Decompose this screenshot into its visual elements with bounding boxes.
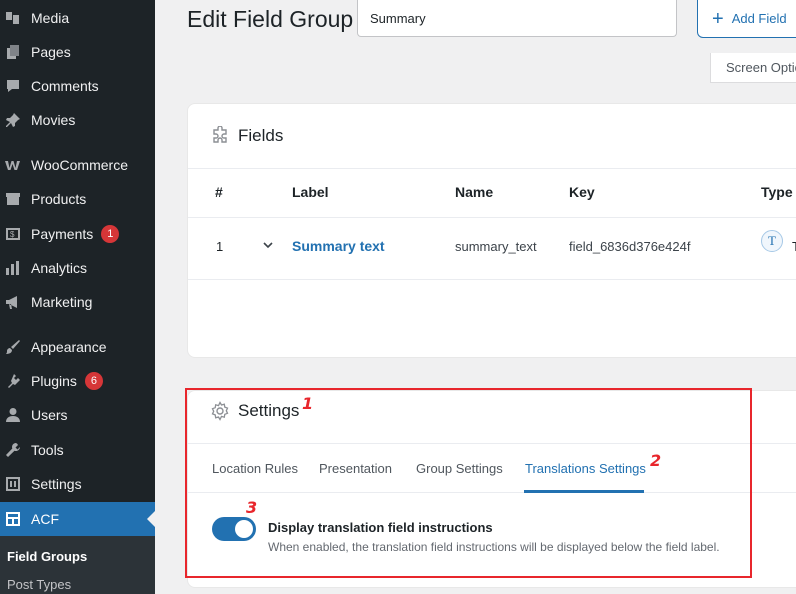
- sidebar-item-pages[interactable]: Pages: [0, 35, 155, 69]
- settings-panel: Settings Location Rules Presentation Gro…: [187, 390, 796, 588]
- puzzle-icon: [213, 126, 227, 143]
- sidebar-item-label: Plugins: [31, 373, 77, 389]
- plugin-icon: [5, 373, 21, 389]
- fields-panel-header: Fields: [210, 126, 283, 146]
- sidebar-item-label: WooCommerce: [31, 157, 128, 173]
- sidebar-item-label: Users: [31, 407, 68, 423]
- sidebar-item-media[interactable]: Media: [0, 1, 155, 35]
- add-field-label: Add Field: [731, 11, 787, 26]
- media-icon: [5, 10, 21, 26]
- field-order: 1: [216, 239, 224, 254]
- sidebar-item-label: Appearance: [31, 339, 107, 355]
- field-key: field_6836d376e424f: [569, 239, 691, 254]
- products-icon: [5, 191, 21, 207]
- fields-panel-title: Fields: [238, 126, 284, 145]
- active-tab-indicator: [524, 490, 644, 493]
- sidebar-item-label: Media: [31, 10, 70, 26]
- sidebar-item-label: Tools: [31, 442, 64, 458]
- admin-sidebar: Media Pages Comments Movies WooCommerce …: [0, 0, 155, 594]
- tab-translations-settings[interactable]: Translations Settings: [525, 461, 646, 476]
- sidebar-item-label: ACF: [31, 511, 59, 527]
- settings-tabs: Location Rules Presentation Group Settin…: [188, 443, 796, 493]
- users-icon: [5, 407, 21, 423]
- sidebar-item-label: Comments: [31, 78, 99, 94]
- sidebar-item-comments[interactable]: Comments: [0, 69, 155, 103]
- column-header-label: Label: [292, 184, 329, 200]
- brush-icon: [5, 339, 21, 355]
- chevron-down-icon[interactable]: [261, 238, 275, 252]
- field-group-title-input[interactable]: [357, 0, 677, 37]
- table-row[interactable]: 1 Summary text summary_text field_6836d3…: [188, 218, 796, 280]
- gear-icon: [211, 401, 229, 421]
- column-header-type: Type: [761, 184, 793, 200]
- acf-submenu: Field Groups Post Types: [0, 536, 155, 594]
- plus-icon: +: [712, 7, 724, 30]
- toggle-knob: [235, 520, 253, 538]
- pin-icon: [5, 112, 21, 128]
- field-label-link[interactable]: Summary text: [292, 238, 385, 254]
- add-field-button[interactable]: + Add Field: [697, 0, 796, 38]
- sidebar-item-plugins[interactable]: Plugins 6: [0, 364, 155, 398]
- text-type-icon: T: [761, 230, 783, 252]
- sidebar-item-users[interactable]: Users: [0, 398, 155, 432]
- sidebar-item-label: Marketing: [31, 294, 93, 310]
- sidebar-item-products[interactable]: Products: [0, 182, 155, 216]
- woocommerce-icon: [5, 157, 21, 173]
- sidebar-item-label: Payments: [31, 226, 94, 242]
- sidebar-item-label: Analytics: [31, 260, 88, 276]
- translation-instructions-toggle[interactable]: [212, 517, 256, 541]
- plugins-count-badge: 6: [84, 372, 103, 390]
- annotation-marker-1: 1: [302, 394, 314, 413]
- fields-table-header: # Label Name Key Type: [188, 168, 796, 218]
- field-name: summary_text: [455, 239, 537, 254]
- column-header-key: Key: [569, 184, 595, 200]
- sidebar-item-woocommerce[interactable]: WooCommerce: [0, 148, 155, 182]
- sidebar-item-appearance[interactable]: Appearance: [0, 330, 155, 364]
- tab-location-rules[interactable]: Location Rules: [212, 461, 298, 476]
- submenu-item-post-types[interactable]: Post Types: [7, 577, 71, 592]
- toggle-label: Display translation field instructions: [268, 520, 493, 535]
- sidebar-item-tools[interactable]: Tools: [0, 433, 155, 467]
- sidebar-item-label: Pages: [31, 44, 71, 60]
- tab-presentation[interactable]: Presentation: [319, 461, 392, 476]
- sidebar-item-label: Movies: [31, 112, 76, 128]
- analytics-icon: [5, 260, 21, 276]
- payments-icon: $: [5, 226, 21, 242]
- sidebar-item-label: Products: [31, 191, 87, 207]
- screen-options-button[interactable]: Screen Options: [710, 53, 796, 83]
- field-type: Text: [792, 239, 796, 254]
- page-title: Edit Field Group: [187, 6, 354, 32]
- submenu-item-field-groups[interactable]: Field Groups: [7, 549, 87, 564]
- annotation-marker-2: 2: [650, 451, 662, 470]
- comments-icon: [5, 78, 21, 94]
- payments-count-badge: 1: [101, 225, 120, 243]
- megaphone-icon: [5, 294, 21, 310]
- tab-group-settings[interactable]: Group Settings: [416, 461, 503, 476]
- pages-icon: [5, 44, 21, 60]
- toggle-description: When enabled, the translation field inst…: [268, 540, 720, 554]
- sidebar-item-acf[interactable]: ACF: [0, 502, 155, 536]
- sidebar-item-marketing[interactable]: Marketing: [0, 285, 155, 319]
- fields-panel: Fields # Label Name Key Type 1 Summary t…: [187, 103, 796, 358]
- sidebar-item-payments[interactable]: $ Payments 1: [0, 217, 155, 251]
- sidebar-item-label: Settings: [31, 476, 82, 492]
- settings-panel-header: Settings: [210, 401, 299, 421]
- column-header-name: Name: [455, 184, 494, 200]
- wrench-icon: [5, 442, 21, 458]
- sidebar-item-analytics[interactable]: Analytics: [0, 251, 155, 285]
- acf-icon: [5, 511, 21, 527]
- annotation-marker-3: 3: [246, 498, 258, 517]
- sidebar-item-movies[interactable]: Movies: [0, 103, 155, 137]
- settings-icon: [5, 476, 21, 492]
- svg-text:$: $: [10, 230, 15, 239]
- column-header-order: #: [215, 184, 223, 200]
- sidebar-item-settings[interactable]: Settings: [0, 467, 155, 501]
- settings-panel-title: Settings: [238, 401, 300, 420]
